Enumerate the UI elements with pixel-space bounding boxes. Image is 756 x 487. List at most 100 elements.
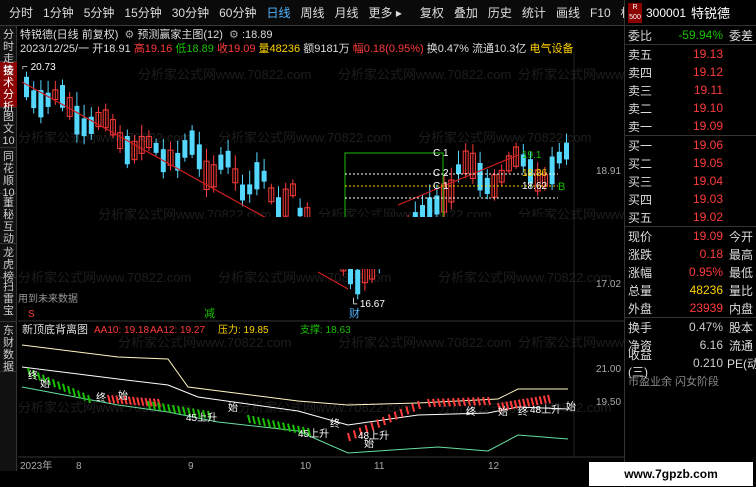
future-data-label: 用到未来数据 bbox=[18, 292, 78, 305]
stat2-row-right: 流通 bbox=[728, 338, 753, 353]
footer-row: 市盈业余 闪女阶段 bbox=[625, 372, 756, 390]
stat2-row-value: 0.47% bbox=[688, 320, 723, 334]
period-tab[interactable]: 日线 bbox=[261, 4, 295, 21]
bid-row-label: 买五 bbox=[628, 210, 653, 225]
period-tab[interactable]: 5分钟 bbox=[79, 4, 120, 21]
stat-row: 现价 19.09 今开 bbox=[625, 227, 756, 245]
wei-cha-label: 委差 bbox=[728, 28, 753, 43]
x-axis-label: 10 bbox=[300, 461, 312, 471]
trend-hatch bbox=[387, 414, 392, 423]
ask-row: 卖四 19.12 bbox=[625, 63, 756, 81]
trend-hatch bbox=[62, 383, 66, 392]
x-axis-label: 2023年 bbox=[20, 459, 52, 471]
ask-row-label: 卖四 bbox=[628, 65, 653, 80]
signal-label: 终 bbox=[518, 405, 528, 418]
stat-row: 总量 48236 量比 bbox=[625, 281, 756, 299]
stats2-list: 换手0.47%股本净资6.16流通收益(三)0.210PE(动) bbox=[625, 318, 756, 379]
date-open: 2023/12/25/一 开18.91 bbox=[20, 43, 131, 55]
level-label: C 1 bbox=[433, 181, 449, 192]
left-tab[interactable]: 分时走势 bbox=[0, 26, 17, 77]
trend-hatch bbox=[267, 419, 271, 428]
change-value: 幅0.18(0.95%) bbox=[352, 43, 424, 55]
period-tab[interactable]: 1分钟 bbox=[38, 4, 79, 21]
sub-title: 新顶底背离图 bbox=[22, 322, 88, 336]
watermark-text: 分析家公式网www.70822.com bbox=[118, 335, 291, 350]
left-tab[interactable]: 龙虎榜 bbox=[0, 244, 17, 283]
toolbar-action[interactable]: 统计 bbox=[517, 4, 551, 21]
trend-hatch bbox=[252, 415, 256, 425]
period-tab[interactable]: 15分钟 bbox=[119, 4, 166, 21]
period-tab[interactable]: 月线 bbox=[330, 4, 364, 21]
high-value: 高19.16 bbox=[133, 43, 173, 55]
period-tab[interactable]: 30分钟 bbox=[167, 4, 214, 21]
stat-row-label: 涨跌 bbox=[628, 247, 653, 262]
signal-label: 始 bbox=[228, 401, 238, 414]
occlusion-box bbox=[207, 217, 551, 269]
aa10-value: AA10: 19.18 bbox=[94, 325, 149, 336]
candle-body bbox=[261, 170, 267, 182]
left-tab[interactable]: 同花顺10 bbox=[0, 148, 17, 199]
candle-body bbox=[81, 118, 87, 137]
toolbar-action[interactable]: 标记 bbox=[616, 4, 624, 21]
watermark-text: 分析家公式网www.70822.com bbox=[218, 130, 391, 145]
toolbar-action[interactable]: F10 bbox=[585, 6, 616, 20]
trend-hatch bbox=[292, 424, 296, 433]
left-tab[interactable]: 技术分析 bbox=[0, 62, 17, 113]
ask-row-value: 19.10 bbox=[692, 101, 723, 115]
candle-body bbox=[254, 162, 260, 190]
trend-hatch bbox=[67, 385, 71, 395]
signal-label: 始 bbox=[498, 405, 508, 418]
toolbar-action[interactable]: 叠加 bbox=[449, 4, 483, 21]
stat-row-value: 19.09 bbox=[692, 229, 723, 243]
period-tab[interactable]: 分时 bbox=[4, 4, 38, 21]
period-tab[interactable]: 更多 ▸ bbox=[364, 4, 407, 21]
bid-row: 买三 19.04 bbox=[625, 172, 756, 190]
stat-row-label: 总量 bbox=[628, 283, 653, 298]
signal-label: 终 bbox=[96, 391, 106, 404]
stat2-row: 收益(三)0.210PE(动) bbox=[625, 348, 756, 379]
cai-marker: 财 bbox=[349, 306, 360, 320]
pressure-value: 压力: 19.85 bbox=[218, 323, 269, 336]
kline-chart[interactable]: 分析家公式网www.70822.com 分析家公式网www.70822.com 分析… bbox=[18, 27, 691, 472]
watermark-text: 分析家公式网www.70822.com bbox=[338, 67, 511, 82]
left-tab[interactable]: 扫雷宝 bbox=[0, 278, 17, 322]
watermark-text: 分析家公式网www.70822.com bbox=[18, 130, 191, 145]
period-tab[interactable]: 周线 bbox=[295, 4, 329, 21]
bid-row-label: 买四 bbox=[628, 192, 653, 207]
ask-row: 卖三 19.11 bbox=[625, 81, 756, 99]
stat-row-label: 外盘 bbox=[628, 301, 653, 316]
sub-axis-label: 19.50 bbox=[596, 397, 621, 408]
trend-hatch bbox=[262, 418, 266, 427]
left-tab[interactable]: 东财数据 bbox=[0, 322, 17, 373]
quote-header: R 500 300001 特锐德 bbox=[625, 0, 756, 26]
toolbar-action[interactable]: 历史 bbox=[483, 4, 517, 21]
kline-svg[interactable]: 分析家公式网www.70822.com 分析家公式网www.70822.com 分析… bbox=[18, 27, 691, 472]
price-axis-label: 17.02 bbox=[596, 279, 621, 290]
ask-row-label: 卖二 bbox=[628, 101, 653, 116]
toolbar-action[interactable]: 复权 bbox=[415, 4, 449, 21]
left-tab[interactable]: 董秘互动 bbox=[0, 194, 17, 245]
period-tab[interactable]: 60分钟 bbox=[214, 4, 261, 21]
level-label: C 2 bbox=[433, 168, 449, 179]
sell-marker: S bbox=[28, 309, 35, 320]
bid-row-label: 买二 bbox=[628, 156, 653, 171]
ask-row: 卖五 19.13 bbox=[625, 45, 756, 63]
ask-row-value: 19.09 bbox=[692, 119, 723, 133]
candle-body bbox=[556, 151, 562, 164]
signal-label: 始 bbox=[40, 377, 50, 390]
trend-hatch bbox=[352, 430, 357, 439]
level-value: 19.1 bbox=[522, 150, 542, 161]
turnover-value: 换0.47% bbox=[426, 43, 469, 55]
stat-row-right: 量比 bbox=[728, 283, 753, 298]
candle-body bbox=[225, 150, 231, 168]
stat2-row-value: 0.210 bbox=[692, 356, 723, 370]
bid-list: 买一 19.06 买二 19.05 买三 19.04 买四 19.03 买五 19.02 bbox=[625, 136, 756, 226]
wei-bi-label: 委比 bbox=[628, 28, 653, 43]
signal-label: 终 bbox=[330, 417, 340, 430]
stat2-row-right: 股本 bbox=[728, 320, 753, 335]
left-tab[interactable]: 图文10 bbox=[0, 108, 17, 148]
ask-list: 卖五 19.13 卖四 19.12 卖三 19.11 卖二 19.10 卖一 19.09 bbox=[625, 45, 756, 135]
toolbar-action[interactable]: 画线 bbox=[551, 4, 585, 21]
bid-row-value: 19.05 bbox=[692, 156, 723, 170]
r-badge: R 500 bbox=[628, 2, 642, 23]
